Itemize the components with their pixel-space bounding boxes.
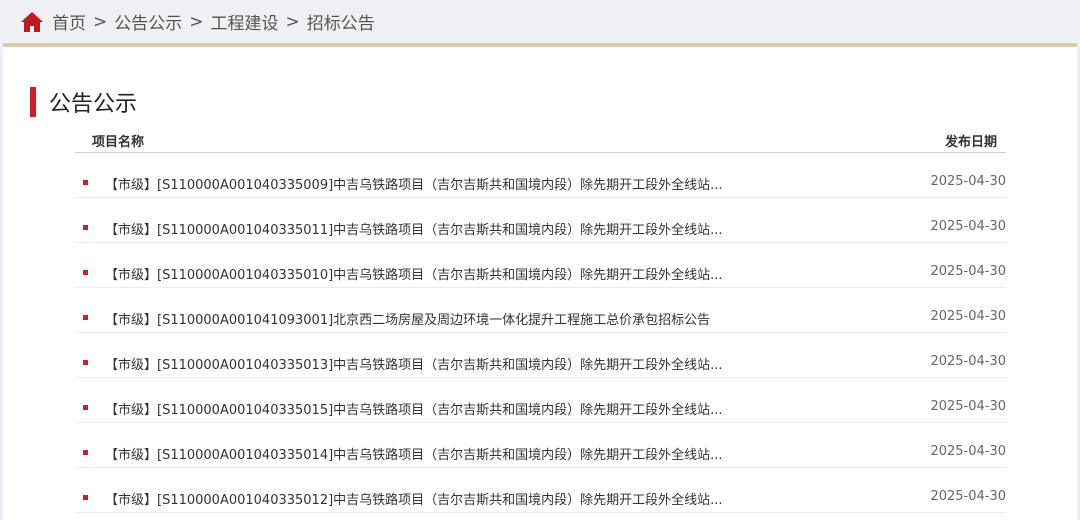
bullet-icon [83,450,88,455]
list-item: 【市级】[S110000A001040335012]中吉乌铁路项目（吉尔吉斯共和… [75,468,1006,513]
publish-date: 2025-04-30 [930,399,1006,414]
announcement-link[interactable]: 【市级】[S110000A001041093001]北京西二场房屋及周边环境一体… [105,309,710,328]
home-icon[interactable] [20,11,44,33]
bullet-icon [83,360,88,365]
breadcrumb-construction[interactable]: 工程建设 [211,9,279,34]
list-item: 【市级】[S110000A001040335015]中吉乌铁路项目（吉尔吉斯共和… [75,378,1006,423]
announcement-link[interactable]: 【市级】[S110000A001040335013]中吉乌铁路项目（吉尔吉斯共和… [105,354,723,373]
announcement-link[interactable]: 【市级】[S110000A001040335009]中吉乌铁路项目（吉尔吉斯共和… [105,174,723,193]
publish-date: 2025-04-30 [930,264,1006,279]
breadcrumb-home[interactable]: 首页 [52,9,86,34]
table-header: 项目名称 发布日期 [75,131,1006,153]
list-item: 【市级】[S110000A001040335014]中吉乌铁路项目（吉尔吉斯共和… [75,423,1006,468]
bullet-icon [83,495,88,500]
breadcrumb-separator: > [189,11,204,32]
announcement-list: 【市级】[S110000A001040335009]中吉乌铁路项目（吉尔吉斯共和… [75,153,1006,513]
bullet-icon [83,270,88,275]
publish-date: 2025-04-30 [930,219,1006,234]
announcement-link[interactable]: 【市级】[S110000A001040335015]中吉乌铁路项目（吉尔吉斯共和… [105,399,723,418]
publish-date: 2025-04-30 [930,174,1006,189]
publish-date: 2025-04-30 [930,489,1006,504]
breadcrumb: 首页 > 公告公示 > 工程建设 > 招标公告 [0,0,1080,43]
breadcrumb-separator: > [93,11,108,32]
breadcrumb-bid-notice[interactable]: 招标公告 [307,9,375,34]
announcement-link[interactable]: 【市级】[S110000A001040335010]中吉乌铁路项目（吉尔吉斯共和… [105,264,723,283]
list-item: 【市级】[S110000A001041093001]北京西二场房屋及周边环境一体… [75,288,1006,333]
publish-date: 2025-04-30 [930,444,1006,459]
breadcrumb-separator: > [285,11,300,32]
publish-date: 2025-04-30 [930,309,1006,324]
bullet-icon [83,405,88,410]
breadcrumb-announcements[interactable]: 公告公示 [114,9,182,34]
column-header-name: 项目名称 [92,135,145,150]
list-item: 【市级】[S110000A001040335010]中吉乌铁路项目（吉尔吉斯共和… [75,243,1006,288]
bullet-icon [83,180,88,185]
publish-date: 2025-04-30 [930,354,1006,369]
title-accent-bar [30,87,36,117]
list-item: 【市级】[S110000A001040335009]中吉乌铁路项目（吉尔吉斯共和… [75,153,1006,198]
bullet-icon [83,315,88,320]
list-item: 【市级】[S110000A001040335011]中吉乌铁路项目（吉尔吉斯共和… [75,198,1006,243]
list-item: 【市级】[S110000A001040335013]中吉乌铁路项目（吉尔吉斯共和… [75,333,1006,378]
page-title: 公告公示 [49,92,138,117]
section-heading: 公告公示 [30,87,137,117]
bullet-icon [83,225,88,230]
content-panel: 公告公示 项目名称 发布日期 【市级】[S110000A001040335009… [3,43,1077,520]
column-header-date: 发布日期 [944,135,997,150]
announcement-link[interactable]: 【市级】[S110000A001040335014]中吉乌铁路项目（吉尔吉斯共和… [105,444,723,463]
announcement-link[interactable]: 【市级】[S110000A001040335011]中吉乌铁路项目（吉尔吉斯共和… [105,219,723,238]
announcement-link[interactable]: 【市级】[S110000A001040335012]中吉乌铁路项目（吉尔吉斯共和… [105,489,723,508]
